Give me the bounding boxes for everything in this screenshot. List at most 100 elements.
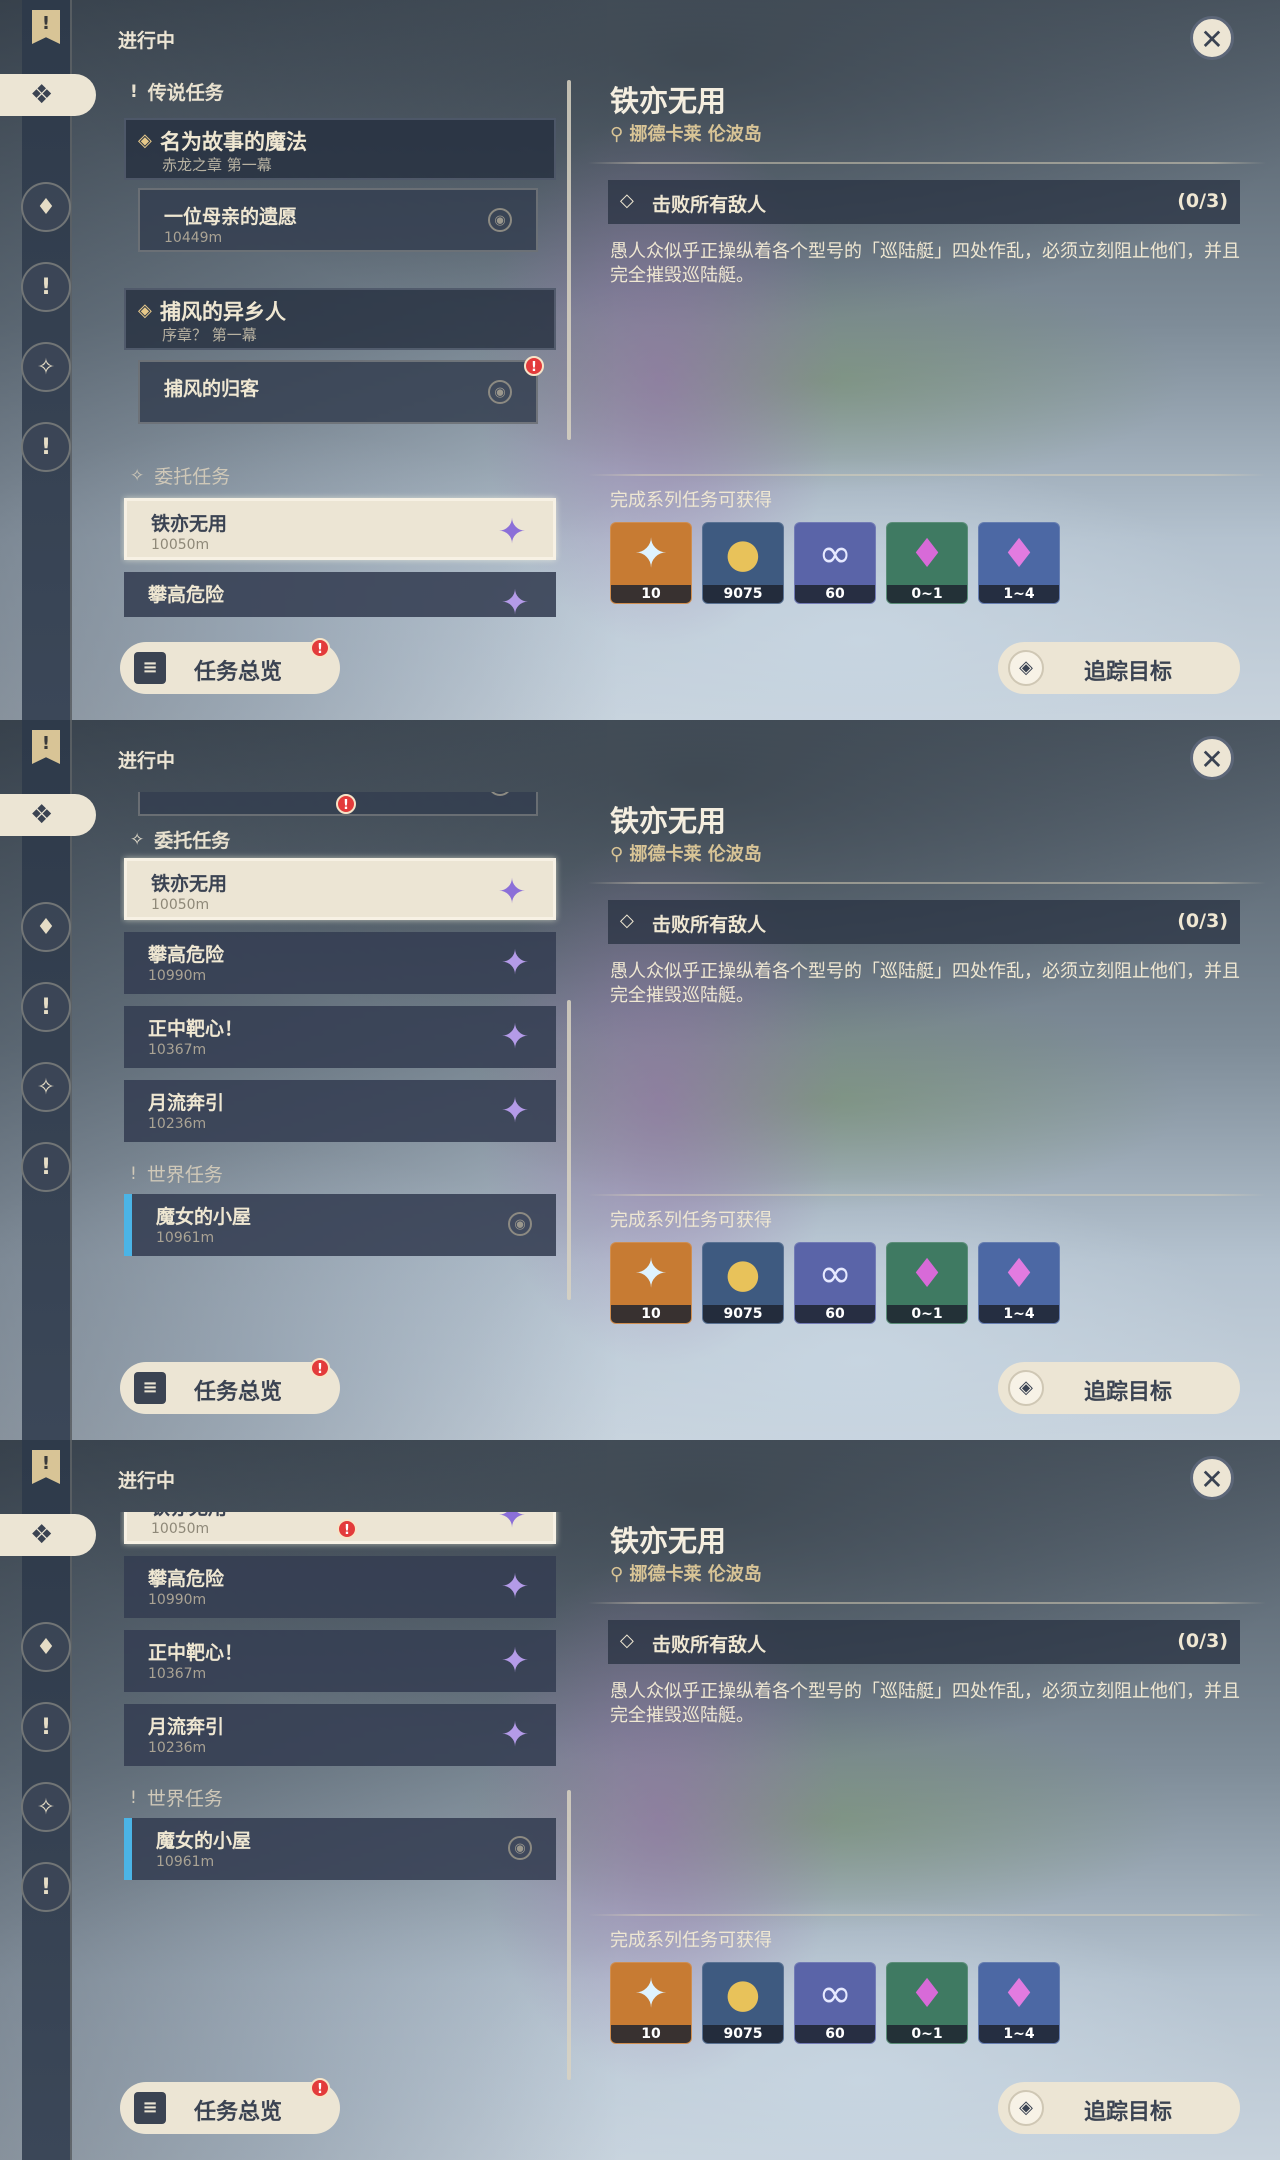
sub-quest-partial[interactable]: ◉ ! (138, 792, 538, 816)
location-pin-icon[interactable]: ◉ (488, 792, 512, 796)
quest-list[interactable]: ! 传说任务 ◈ 名为故事的魔法 赤龙之章 第一幕 一位母亲的遗愿 10449m … (120, 72, 564, 617)
close-button[interactable]: ✕ (1190, 16, 1234, 60)
quest-overview-button[interactable]: ≡ 任务总览 ! (120, 1358, 340, 1414)
commission-row[interactable]: 正中靶心！ 10367m ✦ (124, 1006, 556, 1068)
world-quest-row[interactable]: 魔女的小屋 10961m ◉ (124, 1194, 556, 1256)
reward-item[interactable]: ● 9075 (702, 522, 784, 604)
reward-item[interactable]: ♦ 1~4 (978, 1962, 1060, 2044)
nav-commission-quests[interactable]: ✧ (21, 342, 71, 392)
nav-world-quests[interactable]: ! (21, 1862, 71, 1912)
commission-star-icon: ✦ (497, 512, 527, 552)
location-pin-icon[interactable]: ◉ (488, 208, 512, 232)
reward-item[interactable]: ♦ 0~1 (886, 1962, 968, 2044)
sub-quest-2[interactable]: 捕风的归客 ◉ ! (138, 356, 544, 424)
reward-item[interactable]: ♦ 0~1 (886, 522, 968, 604)
reward-item[interactable]: ∞ 60 (794, 1242, 876, 1324)
quest-list-scrollbar[interactable] (567, 1790, 571, 2080)
nav-all-quests-active[interactable]: ❖ (0, 794, 96, 836)
commission-row[interactable]: 攀高危险 ✦ (124, 572, 556, 617)
exclamation-icon: ! (130, 1163, 137, 1184)
nav-world-quests[interactable]: ! (21, 422, 71, 472)
quest-list[interactable]: ◉ ! ✧ 委托任务 铁亦无用 10050m ✦ 攀高危险 10990m ✦ 正中… (120, 792, 564, 1337)
nav-world-quests[interactable]: ! (21, 1142, 71, 1192)
reward-item[interactable]: ∞ 60 (794, 522, 876, 604)
divider (588, 474, 1266, 476)
quest-location: ⚲ 挪德卡莱 伦波岛 (610, 120, 762, 146)
nav-archon-quests[interactable]: ♦ (21, 1622, 71, 1672)
archon-quest-2[interactable]: ◈ 捕风的异乡人 序章？ 第一幕 (124, 288, 556, 350)
commission-row-selected[interactable]: 铁亦无用 10050m ✦ (124, 498, 556, 560)
reward-item[interactable]: ✦ 10 (610, 1242, 692, 1324)
track-target-button[interactable]: ◈ 追踪目标 (998, 1362, 1240, 1414)
close-button[interactable]: ✕ (1190, 736, 1234, 780)
world-icon: ! (40, 434, 52, 460)
reward-item[interactable]: ♦ 1~4 (978, 1242, 1060, 1324)
archon-quest-title: 名为故事的魔法 (160, 130, 307, 154)
commission-row[interactable]: 攀高危险 10990m ✦ (124, 932, 556, 994)
alert-badge: ! (337, 1519, 357, 1539)
track-target-button[interactable]: ◈ 追踪目标 (998, 642, 1240, 694)
legend-icon: ! (40, 274, 52, 300)
close-icon: ✕ (1200, 23, 1224, 56)
commission-row[interactable]: 正中靶心！ 10367m ✦ (124, 1630, 556, 1692)
location-pin-icon: ⚲ (610, 844, 630, 865)
quest-overview-button[interactable]: ≡ 任务总览 ! (120, 2078, 340, 2134)
quest-list-scrollbar[interactable] (567, 80, 571, 440)
reward-item[interactable]: ● 9075 (702, 1242, 784, 1324)
commission-row-selected[interactable]: 铁亦无用 10050m ✦ ! (124, 1512, 556, 1544)
reward-item[interactable]: ✦ 10 (610, 522, 692, 604)
mora-icon: ● (725, 1251, 761, 1297)
quest-location: ⚲ 挪德卡莱 伦波岛 (610, 840, 762, 866)
reward-item[interactable]: ♦ 0~1 (886, 1242, 968, 1324)
commission-row[interactable]: 月流奔引 10236m ✦ (124, 1080, 556, 1142)
nav-legend-quests[interactable]: ! (21, 1702, 71, 1752)
nav-archon-quests[interactable]: ♦ (21, 182, 71, 232)
divider (588, 1194, 1266, 1196)
objective-diamond-icon: ◇ (620, 1630, 634, 1651)
location-pin-icon: ⚲ (610, 1564, 630, 1585)
reward-item[interactable]: ● 9075 (702, 1962, 784, 2044)
commission-title: 铁亦无用 (151, 873, 228, 895)
location-pin-icon[interactable]: ◉ (488, 380, 512, 404)
nav-commission-quests[interactable]: ✧ (21, 1062, 71, 1112)
all-quests-icon: ❖ (30, 800, 54, 830)
commission-diamond-icon: ✧ (130, 829, 145, 850)
quest-overview-button[interactable]: ≡ 任务总览 ! (120, 638, 340, 694)
world-quest-distance: 10961m (156, 1854, 215, 1870)
quest-description: 愚人众似乎正操纵着各个型号的「巡陆艇」四处作乱，必须立刻阻止他们，并且完全摧毁巡… (610, 241, 1240, 286)
archon-quest-title: 捕风的异乡人 (160, 300, 286, 324)
sub-quest-1[interactable]: 一位母亲的遗愿 10449m ◉ (138, 188, 538, 252)
nav-legend-quests[interactable]: ! (21, 262, 71, 312)
sub-quest-title: 捕风的归客 (164, 378, 260, 400)
commission-row[interactable]: 月流奔引 10236m ✦ (124, 1704, 556, 1766)
reward-item[interactable]: ✦ 10 (610, 1962, 692, 2044)
archon-quest-1[interactable]: ◈ 名为故事的魔法 赤龙之章 第一幕 (124, 118, 556, 180)
sub-quest-title: 一位母亲的遗愿 (164, 206, 298, 228)
reward-count: 60 (795, 585, 875, 603)
commission-row[interactable]: 攀高危险 10990m ✦ (124, 1556, 556, 1618)
nav-all-quests-active[interactable]: ❖ (0, 1514, 96, 1556)
objective-text: 击败所有敌人 (652, 914, 767, 936)
quest-list[interactable]: 铁亦无用 10050m ✦ ! 攀高危险 10990m ✦ 正中靶心！ 1036… (120, 1512, 564, 2057)
nav-all-quests-active[interactable]: ❖ (0, 74, 96, 116)
location-pin-icon[interactable]: ◉ (508, 1836, 532, 1860)
alert-badge: ! (310, 638, 330, 658)
reward-item[interactable]: ∞ 60 (794, 1962, 876, 2044)
primogem-icon: ✦ (634, 531, 668, 577)
track-target-button[interactable]: ◈ 追踪目标 (998, 2082, 1240, 2134)
close-button[interactable]: ✕ (1190, 1456, 1234, 1500)
nav-legend-quests[interactable]: ! (21, 982, 71, 1032)
commission-row-selected[interactable]: 铁亦无用 10050m ✦ (124, 858, 556, 920)
reward-item[interactable]: ♦ 1~4 (978, 522, 1060, 604)
quest-list-scrollbar[interactable] (567, 1000, 571, 1300)
world-quest-row[interactable]: 魔女的小屋 10961m ◉ (124, 1818, 556, 1880)
commission-star-icon: ✦ (500, 943, 530, 983)
nav-commission-quests[interactable]: ✧ (21, 1782, 71, 1832)
quest-location-text: 挪德卡莱 伦波岛 (629, 1564, 762, 1585)
location-pin-icon[interactable]: ◉ (508, 1212, 532, 1236)
reward-count: 0~1 (887, 1305, 967, 1323)
nav-archon-quests[interactable]: ♦ (21, 902, 71, 952)
crystal-icon: ♦ (909, 1971, 945, 2017)
reward-count: 9075 (703, 2025, 783, 2043)
diamond-icon: ◈ (138, 300, 152, 321)
